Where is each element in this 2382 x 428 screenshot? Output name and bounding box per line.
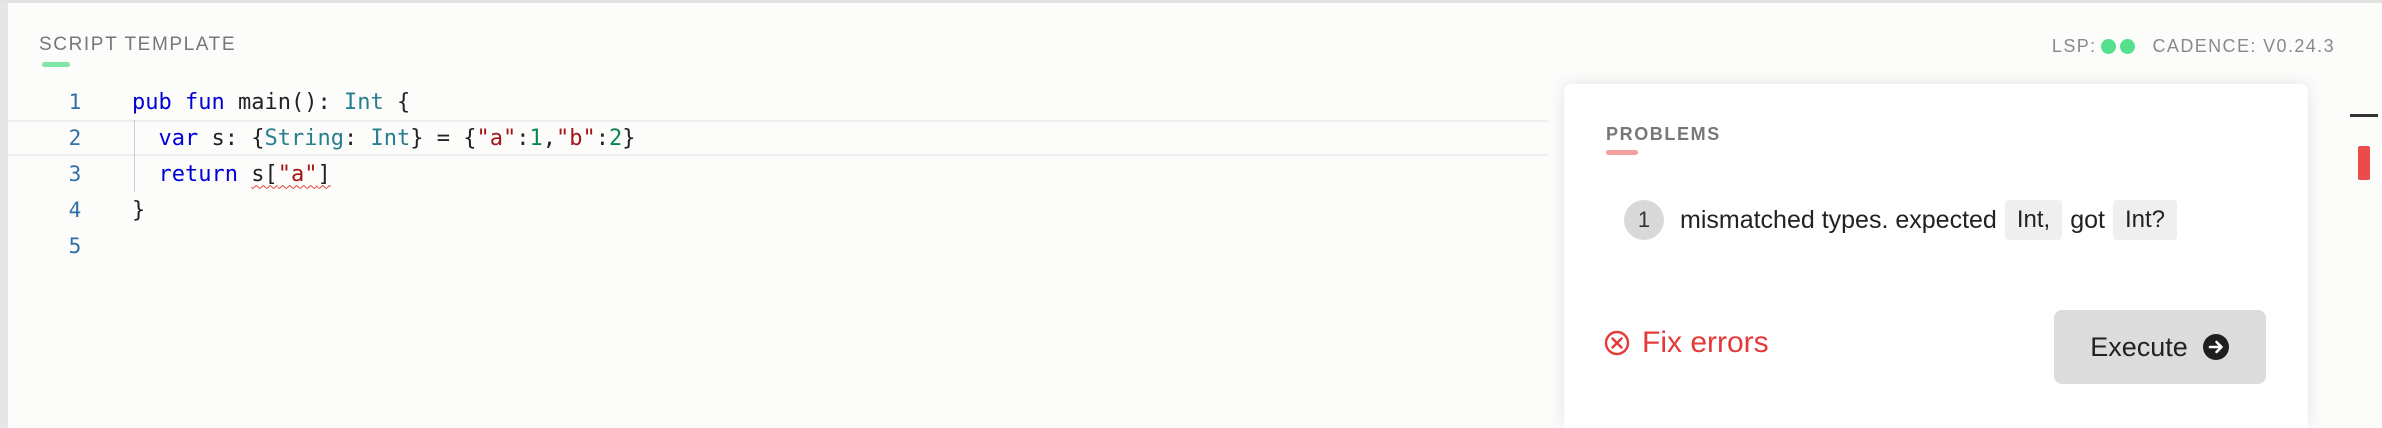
problems-underline bbox=[1606, 150, 1638, 155]
problems-title: PROBLEMS bbox=[1606, 124, 1721, 144]
code-token: , bbox=[542, 125, 556, 151]
scrollbar-error-marker[interactable] bbox=[2358, 146, 2370, 180]
execute-button[interactable]: Execute bbox=[2054, 310, 2266, 384]
code-token: "a" bbox=[476, 125, 517, 151]
cadence-version: CADENCE: V0.24.3 bbox=[2152, 36, 2335, 56]
status-bar: LSP: CADENCE: V0.24.3 bbox=[2052, 36, 2335, 57]
code-token: return bbox=[158, 161, 238, 187]
code-token: 2 bbox=[608, 125, 623, 151]
execute-label: Execute bbox=[2090, 331, 2188, 362]
code-token: } bbox=[132, 197, 146, 223]
code-token: String bbox=[264, 125, 344, 151]
code-text[interactable]: var s: {String: Int} = {"a":1,"b":2} bbox=[132, 125, 636, 151]
problem-index-badge: 1 bbox=[1624, 200, 1664, 240]
close-circle-icon bbox=[1604, 330, 1630, 356]
code-token: { bbox=[383, 89, 411, 115]
line-number: 1 bbox=[68, 90, 82, 114]
lsp-label: LSP: bbox=[2051, 36, 2097, 56]
expected-type-chip: Int, bbox=[2004, 200, 2063, 240]
line-number: 4 bbox=[68, 198, 82, 222]
code-token: 1 bbox=[529, 125, 543, 151]
code-text[interactable]: } bbox=[132, 198, 145, 223]
indent-guide bbox=[134, 120, 135, 192]
code-line-3[interactable]: 3 return s["a"] bbox=[8, 156, 1548, 192]
line-number: 3 bbox=[68, 162, 82, 186]
code-token: s: { bbox=[198, 125, 265, 151]
title-underline bbox=[42, 62, 70, 67]
code-token: "a" bbox=[277, 161, 318, 187]
code-token: Int bbox=[370, 125, 411, 151]
code-token: s[ bbox=[251, 161, 278, 187]
code-line-1[interactable]: 1 pub fun main(): Int { bbox=[8, 84, 1548, 120]
code-token: ] bbox=[317, 161, 331, 187]
problem-message: mismatched types. expected bbox=[1680, 205, 1997, 234]
code-token: } = { bbox=[410, 125, 477, 151]
lsp-status-dot bbox=[2119, 39, 2135, 54]
arrow-right-circle-icon bbox=[2202, 334, 2229, 360]
line-number: 5 bbox=[68, 234, 82, 258]
code-text[interactable]: return s["a"] bbox=[132, 162, 331, 187]
code-token: main(): bbox=[224, 89, 344, 115]
code-token: pub bbox=[132, 89, 172, 115]
code-token: } bbox=[622, 125, 636, 151]
problem-item[interactable]: 1 mismatched types. expected Int, got In… bbox=[1624, 200, 2185, 240]
code-token: fun bbox=[185, 89, 225, 115]
code-line-4[interactable]: 4 } bbox=[8, 192, 1548, 228]
scrollbar-cursor-marker bbox=[2350, 114, 2378, 117]
code-token: : bbox=[595, 125, 609, 151]
code-token: : bbox=[343, 125, 371, 151]
code-text[interactable]: pub fun main(): Int { bbox=[132, 90, 410, 115]
fix-errors-button[interactable]: Fix errors bbox=[1604, 326, 1769, 360]
fix-errors-label: Fix errors bbox=[1642, 326, 1769, 359]
code-line-2[interactable]: 2 var s: {String: Int} = {"a":1,"b":2} bbox=[8, 120, 1548, 156]
code-token: "b" bbox=[555, 125, 596, 151]
problems-panel: PROBLEMS 1 mismatched types. expected In… bbox=[1564, 84, 2308, 428]
page-title: SCRIPT TEMPLATE bbox=[39, 34, 237, 55]
got-label: got bbox=[2070, 205, 2105, 234]
code-token: var bbox=[158, 125, 199, 151]
line-number: 2 bbox=[68, 126, 82, 150]
code-token: : bbox=[516, 125, 530, 151]
lsp-status-dot bbox=[2100, 39, 2116, 54]
actual-type-chip: Int? bbox=[2112, 200, 2177, 240]
code-token: Int bbox=[343, 89, 384, 115]
code-line-5[interactable]: 5 bbox=[8, 228, 1548, 264]
